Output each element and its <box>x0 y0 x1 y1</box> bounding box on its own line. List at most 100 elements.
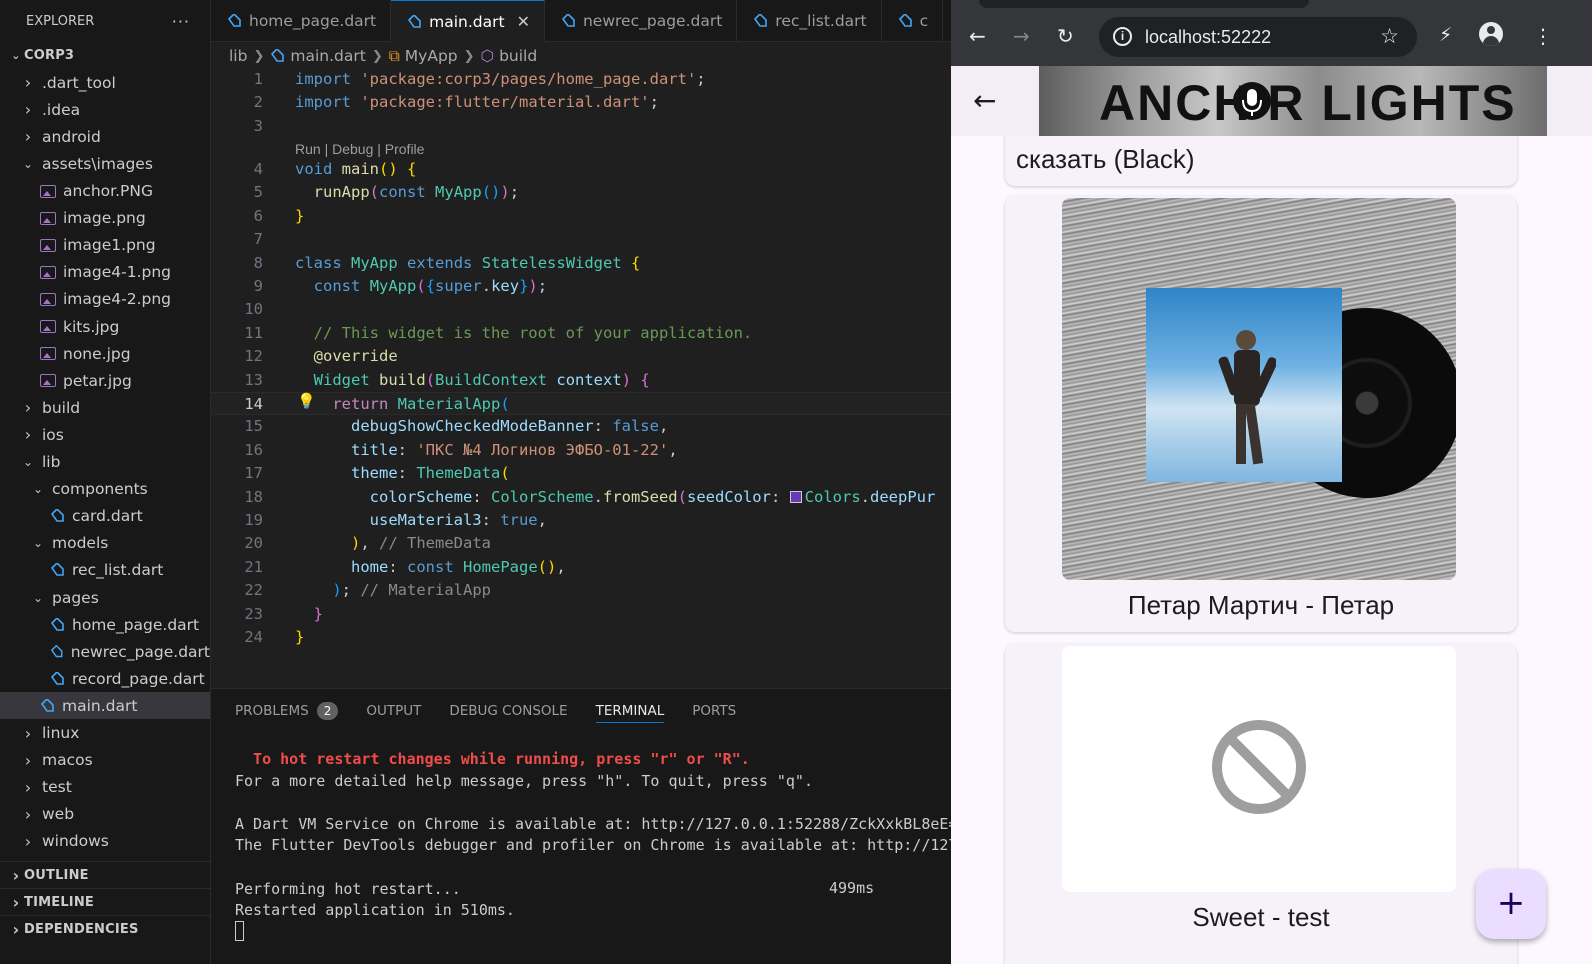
breadcrumb-file[interactable]: main.dart <box>290 47 365 65</box>
tab-label: TERMINAL <box>595 703 665 719</box>
add-record-fab[interactable]: + <box>1476 869 1546 939</box>
forward-icon[interactable]: → <box>1013 24 1030 48</box>
tree-item-label: home_page.dart <box>72 615 200 634</box>
section-label: TIMELINE <box>24 894 95 910</box>
dart-file-icon <box>50 617 64 631</box>
tab-newrec-page[interactable]: newrec_page.dart <box>545 0 738 42</box>
tree-file[interactable]: image4-1.png <box>0 259 210 286</box>
sidebar-section-dependencies[interactable]: › DEPENDENCIES <box>0 915 210 942</box>
tree-folder[interactable]: › linux <box>0 720 210 747</box>
breadcrumb-method[interactable]: build <box>499 47 537 65</box>
sidebar-section-outline[interactable]: › OUTLINE <box>0 861 210 888</box>
tab-home-page[interactable]: home_page.dart <box>211 0 392 42</box>
tab-rec-list[interactable]: rec_list.dart <box>737 0 882 42</box>
tree-file[interactable]: image.png <box>0 205 210 232</box>
record-card[interactable]: сказать (Black) <box>1005 136 1517 186</box>
tab-output[interactable]: OUTPUT <box>366 689 421 733</box>
more-actions-icon[interactable]: ··· <box>172 12 190 31</box>
chevron-right-icon: › <box>24 723 32 743</box>
tab-label: main.dart <box>429 12 505 31</box>
tree-folder[interactable]: ⌄ lib <box>0 449 210 476</box>
terminal-line: Restarted application in 510ms. <box>235 901 515 920</box>
back-icon[interactable]: ← <box>969 24 986 48</box>
tree-file[interactable]: record_page.dart <box>0 665 210 692</box>
close-icon[interactable]: ✕ <box>517 12 530 31</box>
code-line: 16 title: 'ПКС №4 Логинов ЭФБО-01-22', <box>244 440 678 459</box>
record-card[interactable]: Петар Мартич - Петар <box>1005 196 1517 632</box>
problems-count-badge: 2 <box>316 702 339 720</box>
lightbulb-icon[interactable]: 💡 <box>297 392 316 410</box>
tree-file[interactable]: home_page.dart <box>0 611 210 638</box>
chevron-right-icon: › <box>24 777 32 797</box>
reload-icon[interactable]: ↻ <box>1057 24 1074 48</box>
tree-folder[interactable]: ⌄ assets\images <box>0 150 210 177</box>
tab-main[interactable]: main.dart ✕ <box>391 0 545 42</box>
code-line: 17 theme: ThemeData( <box>244 464 510 483</box>
tree-file[interactable]: image1.png <box>0 232 210 259</box>
codelens-run-debug-profile[interactable]: Run | Debug | Profile <box>295 141 424 157</box>
tree-folder[interactable]: › android <box>0 123 210 150</box>
terminal-timing: 499ms <box>829 879 875 897</box>
code-line: 6} <box>253 206 305 225</box>
tree-folder[interactable]: › windows <box>0 828 210 855</box>
tab-label: home_page.dart <box>249 12 377 30</box>
site-info-icon[interactable]: i <box>1113 27 1132 46</box>
tree-item-label: components <box>52 480 148 499</box>
tree-folder[interactable]: › web <box>0 801 210 828</box>
tree-item-label: anchor.PNG <box>63 182 153 200</box>
tree-file[interactable]: petar.jpg <box>0 367 210 394</box>
breadcrumb-lib[interactable]: lib <box>229 47 247 65</box>
tree-folder[interactable]: › build <box>0 394 210 421</box>
code-line: 8 class MyApp extends StatelessWidget { <box>253 253 641 272</box>
menu-icon[interactable]: ⋮ <box>1533 24 1553 48</box>
tree-folder[interactable]: › macos <box>0 747 210 774</box>
panel-tabs: PROBLEMS 2 OUTPUT DEBUG CONSOLE TERMINAL… <box>211 689 951 733</box>
tree-file[interactable]: card.dart <box>0 503 210 530</box>
record-title: Петар Мартич - Петар <box>1127 590 1395 620</box>
profile-avatar-icon[interactable] <box>1479 22 1503 46</box>
records-list[interactable]: сказать (Black) Петар Мартич - Петар Swe… <box>951 136 1592 964</box>
tab-truncated[interactable]: c <box>882 0 944 42</box>
code-line: 18 colorScheme: ColorScheme.fromSeed(see… <box>244 487 936 506</box>
tab-terminal[interactable]: TERMINAL <box>595 689 665 733</box>
tree-folder[interactable]: ⌄ pages <box>0 584 210 611</box>
person-figure <box>1218 330 1276 465</box>
tree-file[interactable]: rec_list.dart <box>0 557 210 584</box>
tab-ports[interactable]: PORTS <box>692 689 736 733</box>
tree-item-label: newrec_page.dart <box>70 642 210 661</box>
breadcrumb-class[interactable]: MyApp <box>405 47 458 65</box>
tree-folder[interactable]: › ios <box>0 421 210 448</box>
tree-folder[interactable]: › test <box>0 774 210 801</box>
tree-item-label: .idea <box>42 100 81 119</box>
dart-file-icon <box>754 14 768 27</box>
tree-file[interactable]: image4-2.png <box>0 286 210 313</box>
sidebar-section-timeline[interactable]: › TIMELINE <box>0 888 210 915</box>
tree-item-label: build <box>42 398 81 417</box>
code-line: 10 <box>244 300 263 319</box>
tree-file[interactable]: main.dart <box>0 692 210 720</box>
record-card[interactable]: Sweet - test <box>1005 644 1517 964</box>
address-bar[interactable]: i localhost:52222 ☆ <box>1099 17 1417 57</box>
code-line: 9 const MyApp({super.key}); <box>253 277 548 295</box>
tree-file[interactable]: anchor.PNG <box>0 178 210 205</box>
extensions-icon[interactable]: ⚡ <box>1439 24 1452 46</box>
chevron-down-icon: ⌄ <box>22 156 34 171</box>
bookmark-star-icon[interactable]: ☆ <box>1380 24 1399 49</box>
tab-debug-console[interactable]: DEBUG CONSOLE <box>449 689 567 733</box>
tree-file[interactable]: kits.jpg <box>0 313 210 340</box>
code-line-current: 14 return MaterialApp( <box>211 392 951 416</box>
tab-problems[interactable]: PROBLEMS 2 <box>235 689 339 733</box>
code-line: 7 <box>253 230 263 249</box>
tree-file[interactable]: newrec_page.dart <box>0 638 210 665</box>
tree-folder[interactable]: › .dart_tool <box>0 69 210 96</box>
tree-folder[interactable]: › .idea <box>0 96 210 123</box>
tree-item-label: .dart_tool <box>42 73 116 92</box>
tree-file[interactable]: none.jpg <box>0 340 210 367</box>
color-swatch[interactable] <box>789 490 802 503</box>
tree-folder[interactable]: ⌄ components <box>0 476 210 503</box>
tree-folder[interactable]: ⌄ models <box>0 530 210 557</box>
code-line: 21 home: const HomePage(), <box>244 557 566 576</box>
explorer-root-folder[interactable]: ⌄ CORP3 <box>0 42 210 69</box>
dart-file-icon <box>50 671 64 685</box>
app-back-arrow-icon[interactable]: ← <box>973 84 996 117</box>
